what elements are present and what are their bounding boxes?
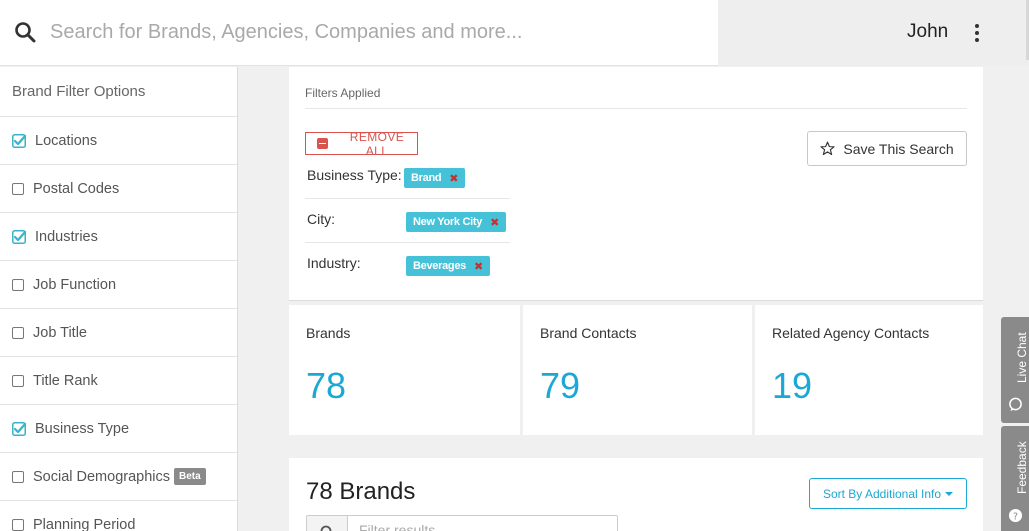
stat-value: 19	[772, 365, 813, 406]
checkbox-icon[interactable]	[12, 278, 24, 291]
feedback-label: Feedback	[1015, 441, 1029, 494]
stat-card-brand-contacts[interactable]: Brand Contacts 79	[523, 305, 752, 435]
checkbox-icon[interactable]	[12, 518, 24, 531]
filter-chip: Beverages ✖	[406, 256, 490, 276]
results-title: 78 Brands	[306, 478, 416, 505]
live-chat-tab[interactable]: Live Chat	[1001, 317, 1029, 423]
caret-down-icon	[945, 491, 954, 496]
sidebar-filter-job-title[interactable]: Job Title	[0, 309, 237, 357]
search-icon[interactable]	[14, 21, 36, 43]
filter-chip: New York City ✖	[406, 212, 506, 232]
global-search-input[interactable]	[50, 16, 690, 48]
stat-label: Related Agency Contacts	[772, 325, 930, 341]
remove-all-button[interactable]: REMOVE ALL	[305, 129, 418, 158]
applied-filter-row: Business Type: Brand ✖	[305, 155, 510, 199]
stat-card-agency-contacts[interactable]: Related Agency Contacts 19	[755, 305, 983, 435]
feedback-tab[interactable]: Feedback ?	[1001, 426, 1029, 531]
checkbox-checked-icon[interactable]	[12, 133, 26, 148]
remove-chip-icon[interactable]: ✖	[449, 172, 458, 185]
remove-chip-icon[interactable]: ✖	[474, 260, 483, 273]
stat-value: 78	[306, 365, 347, 406]
filter-chip-label: Brand	[411, 172, 442, 184]
svg-text:?: ?	[1013, 511, 1018, 522]
sidebar-item-label: Postal Codes	[33, 180, 120, 197]
sidebar-item-label: Planning Period	[33, 516, 136, 531]
filters-applied-label: Filters Applied	[305, 86, 381, 100]
results-filter-box	[306, 515, 618, 531]
sidebar-title: Brand Filter Options	[0, 67, 237, 117]
checkbox-icon[interactable]	[12, 326, 24, 339]
checkbox-icon[interactable]	[12, 470, 24, 483]
sidebar-item-label: Business Type	[35, 420, 130, 437]
minus-icon	[317, 138, 328, 149]
results-filter-input[interactable]	[359, 522, 599, 531]
stat-label: Brand Contacts	[540, 325, 637, 341]
beta-badge: Beta	[174, 468, 206, 485]
sort-label: Sort By Additional Info	[822, 486, 942, 501]
sidebar-filter-industries[interactable]: Industries	[0, 213, 237, 261]
applied-filter-row: City: New York City ✖	[305, 199, 510, 243]
filter-chip-label: Beverages	[413, 260, 466, 272]
checkbox-checked-icon[interactable]	[12, 421, 26, 436]
checkbox-checked-icon[interactable]	[12, 229, 26, 244]
sort-dropdown-button[interactable]: Sort By Additional Info	[809, 478, 967, 509]
sidebar-item-label: Industries	[35, 228, 98, 245]
sidebar-filter-postal-codes[interactable]: Postal Codes	[0, 165, 237, 213]
results-panel: 78 Brands Sort By Additional Info	[289, 458, 983, 531]
feedback-bubble-icon: ?	[1008, 508, 1023, 522]
checkbox-icon[interactable]	[12, 182, 24, 195]
filters-applied-panel: Filters Applied REMOVE ALL Save This Sea…	[289, 67, 983, 301]
save-search-button[interactable]: Save This Search	[807, 131, 967, 166]
star-icon	[820, 141, 835, 156]
checkbox-icon[interactable]	[12, 374, 24, 387]
applied-filter-label: Business Type:	[307, 167, 402, 183]
sidebar-filter-business-type[interactable]: Business Type	[0, 405, 237, 453]
sidebar-item-label: Job Title	[33, 324, 87, 341]
brand-filter-sidebar: Brand Filter Options Locations Postal Cod…	[0, 67, 238, 531]
sidebar-item-label: Job Function	[33, 276, 117, 293]
stat-label: Brands	[306, 325, 351, 341]
sidebar-filter-locations[interactable]: Locations	[0, 117, 237, 165]
user-name[interactable]: John	[907, 21, 948, 43]
filter-search-icon	[307, 516, 348, 531]
top-bar: John	[0, 0, 1029, 66]
remove-all-label: REMOVE ALL	[349, 129, 405, 158]
sidebar-item-label: Social Demographics	[33, 468, 171, 485]
sidebar-item-label: Locations	[35, 132, 98, 149]
sidebar-item-label: Title Rank	[33, 372, 98, 389]
applied-filter-row: Industry: Beverages ✖	[305, 243, 510, 287]
applied-filter-label: City:	[307, 211, 335, 227]
filter-chip: Brand ✖	[404, 168, 466, 188]
sidebar-filter-planning-period[interactable]: Planning Period	[0, 501, 237, 531]
stat-card-brands[interactable]: Brands 78	[289, 305, 520, 435]
sidebar-filter-title-rank[interactable]: Title Rank	[0, 357, 237, 405]
chat-bubble-icon	[1009, 397, 1022, 412]
stat-value: 79	[540, 365, 581, 406]
divider	[305, 108, 967, 109]
save-search-label: Save This Search	[843, 140, 954, 157]
applied-filter-label: Industry:	[307, 255, 361, 271]
live-chat-label: Live Chat	[1015, 332, 1029, 383]
sidebar-filter-job-function[interactable]: Job Function	[0, 261, 237, 309]
remove-chip-icon[interactable]: ✖	[490, 216, 499, 229]
kebab-menu-icon[interactable]	[968, 22, 986, 46]
sidebar-filter-social-demographics[interactable]: Social Demographics Beta	[0, 453, 237, 501]
filter-chip-label: New York City	[413, 216, 483, 228]
